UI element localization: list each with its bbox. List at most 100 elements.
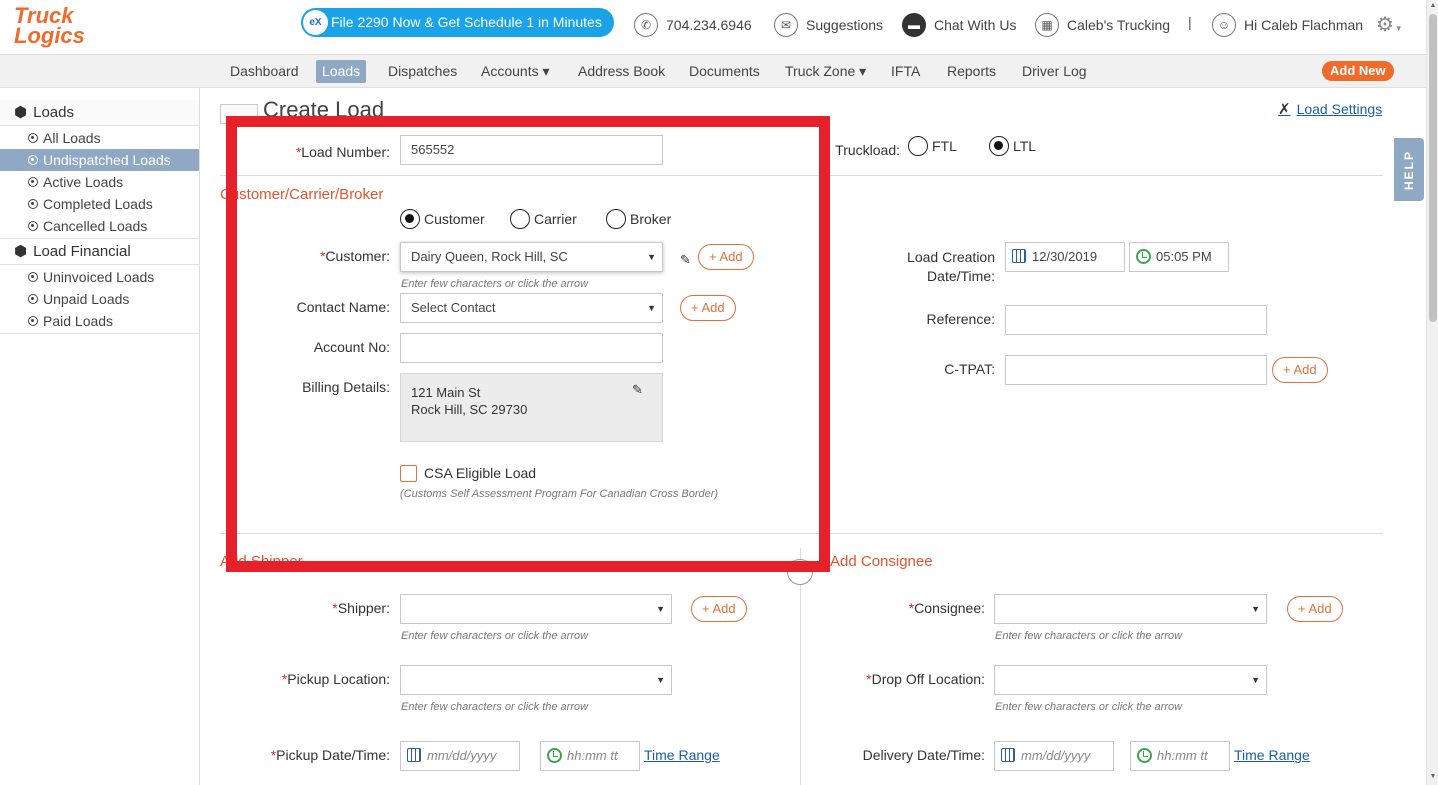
creation-time-input[interactable]: 05:05 PM: [1129, 242, 1229, 272]
billing-line-2: Rock Hill, SC 29730: [411, 402, 528, 417]
delivery-date-input[interactable]: mm/dd/yyyy: [994, 741, 1114, 771]
expresstrucktax-icon: eX: [303, 10, 328, 35]
sidebar-item-uninvoiced-loads[interactable]: Uninvoiced Loads: [0, 266, 199, 288]
nav-dispatches[interactable]: Dispatches: [382, 60, 463, 83]
sidebar-item-active-loads[interactable]: Active Loads: [0, 171, 199, 193]
nav-address-book[interactable]: Address Book: [572, 60, 671, 83]
sidebar-item-completed-loads[interactable]: Completed Loads: [0, 193, 199, 215]
sidebar-item-unpaid-loads[interactable]: Unpaid Loads: [0, 288, 199, 310]
sidebar-item-all-loads[interactable]: All Loads: [0, 127, 199, 149]
load-number-input[interactable]: 565552: [400, 135, 663, 165]
section-divider: [220, 175, 1383, 176]
account-no-input[interactable]: [400, 333, 663, 363]
creation-date-input[interactable]: 12/30/2019: [1005, 242, 1125, 272]
chevron-down-icon[interactable]: ▼: [656, 666, 665, 694]
radio-broker[interactable]: Broker: [606, 209, 671, 229]
trucklogics-logo[interactable]: Truck Logics: [14, 5, 112, 50]
shipper-hint: Enter few characters or click the arrow: [401, 630, 589, 642]
scrollbar-thumb[interactable]: [1429, 14, 1437, 322]
promo-2290-button[interactable]: eX File 2290 Now & Get Schedule 1 in Min…: [301, 8, 614, 37]
page-title: Create Load: [263, 97, 385, 122]
back-button[interactable]: [220, 104, 258, 124]
radio-customer[interactable]: Customer: [400, 209, 485, 229]
contact-value: Select Contact: [411, 300, 496, 315]
gear-icon[interactable]: ⚙ ▾: [1376, 12, 1401, 37]
pickup-location-hint: Enter few characters or click the arrow: [401, 701, 589, 713]
chevron-down-icon[interactable]: ▼: [647, 243, 656, 271]
radio-ltl[interactable]: LTL: [989, 136, 1036, 156]
edit-customer-pencil-icon[interactable]: ✎: [680, 252, 691, 268]
calendar-icon[interactable]: [1012, 249, 1026, 263]
sidebar-item-paid-loads[interactable]: Paid Loads: [0, 310, 199, 332]
truckload-label: Truckload:: [835, 142, 900, 158]
delivery-time-range-link[interactable]: Time Range: [1234, 747, 1310, 763]
nav-accounts[interactable]: Accounts ▾: [475, 60, 556, 83]
nav-loads[interactable]: Loads: [316, 60, 367, 83]
load-number-label-text: Load Number:: [301, 144, 390, 160]
ctpat-input[interactable]: [1005, 355, 1267, 385]
user-menu[interactable]: ☺ Hi Caleb Flachman: [1212, 12, 1363, 38]
pickup-date-input[interactable]: mm/dd/yyyy: [400, 741, 520, 771]
csa-eligible-checkbox[interactable]: [400, 465, 417, 482]
circle-bullet-icon: [28, 316, 38, 326]
edit-billing-pencil-icon[interactable]: ✎: [632, 382, 643, 398]
chat-link[interactable]: ▬ Chat With Us: [902, 12, 1016, 38]
sidebar-loads-header[interactable]: ⬢ Loads: [0, 100, 199, 126]
sidebar-financial-header[interactable]: ⬢ Load Financial: [0, 239, 199, 265]
nav-dashboard[interactable]: Dashboard: [224, 60, 305, 83]
clock-icon[interactable]: [547, 748, 562, 763]
nav-truck-zone[interactable]: Truck Zone ▾: [779, 60, 872, 83]
radio-customer-circle: [400, 209, 420, 229]
customer-select[interactable]: Dairy Queen, Rock Hill, SC ▼: [400, 242, 663, 272]
add-shipper-title: Add Shipper: [220, 553, 303, 570]
load-settings-link[interactable]: ✗ Load Settings: [1278, 100, 1382, 118]
scroll-down-arrow-icon[interactable]: ▼: [1429, 773, 1437, 780]
nav-documents[interactable]: Documents: [683, 60, 766, 83]
pickup-location-select[interactable]: ▼: [400, 665, 672, 695]
circle-bullet-icon: [28, 272, 38, 282]
pickup-time-range-link[interactable]: Time Range: [644, 747, 720, 763]
phone-link[interactable]: ✆ 704.234.6946: [634, 12, 752, 38]
consignee-select[interactable]: ▼: [994, 594, 1267, 624]
shipper-select[interactable]: ▼: [400, 594, 672, 624]
radio-carrier[interactable]: Carrier: [510, 209, 577, 229]
pickup-time-input[interactable]: hh:mm tt: [540, 741, 640, 771]
dropoff-location-select[interactable]: ▼: [994, 665, 1267, 695]
help-tab[interactable]: HELP: [1394, 138, 1424, 201]
calendar-icon[interactable]: [1001, 748, 1015, 762]
chevron-down-icon[interactable]: ▼: [1251, 595, 1260, 623]
delivery-time-input[interactable]: hh:mm tt: [1130, 741, 1230, 771]
add-new-button[interactable]: Add New: [1322, 61, 1394, 81]
add-contact-button[interactable]: + Add: [680, 295, 736, 321]
chevron-down-icon[interactable]: ▼: [647, 294, 656, 322]
nav-reports[interactable]: Reports: [941, 60, 1002, 83]
company-name: Caleb's Trucking: [1067, 17, 1171, 33]
add-shipper-button[interactable]: + Add: [691, 596, 747, 622]
dropoff-location-label: *Drop Off Location:: [830, 671, 985, 687]
sidebar-item-cancelled-loads[interactable]: Cancelled Loads: [0, 215, 199, 237]
calendar-icon[interactable]: [407, 748, 421, 762]
add-customer-button[interactable]: + Add: [698, 244, 754, 270]
nav-ifta[interactable]: IFTA: [885, 60, 926, 83]
add-ctpat-button[interactable]: + Add: [1272, 357, 1328, 383]
sidebar: ⬢ Loads All Loads Undispatched Loads Act…: [0, 88, 200, 785]
circle-bullet-icon: [28, 177, 38, 187]
company-link[interactable]: ▦ Caleb's Trucking: [1035, 12, 1170, 38]
csa-eligible-label: CSA Eligible Load: [424, 465, 537, 481]
radio-ftl[interactable]: FTL: [908, 136, 957, 156]
chevron-down-icon[interactable]: ▼: [1251, 666, 1260, 694]
suggestions-link[interactable]: ✉ Suggestions: [774, 12, 883, 38]
chevron-down-icon[interactable]: ▼: [656, 595, 665, 623]
top-bar: Truck Logics eX File 2290 Now & Get Sche…: [0, 0, 1438, 55]
clock-icon[interactable]: [1136, 249, 1151, 264]
scrollbar[interactable]: ▲ ▼: [1426, 0, 1438, 785]
clock-icon[interactable]: [1137, 748, 1152, 763]
swap-circle-icon[interactable]: [787, 559, 813, 585]
sidebar-item-label: Uninvoiced Loads: [43, 269, 155, 285]
add-consignee-button[interactable]: + Add: [1287, 596, 1343, 622]
nav-driver-log[interactable]: Driver Log: [1016, 60, 1093, 83]
reference-input[interactable]: [1005, 305, 1267, 335]
sidebar-item-undispatched-loads[interactable]: Undispatched Loads: [0, 149, 199, 171]
scroll-up-arrow-icon[interactable]: ▲: [1429, 2, 1437, 9]
contact-name-select[interactable]: Select Contact ▼: [400, 293, 663, 323]
